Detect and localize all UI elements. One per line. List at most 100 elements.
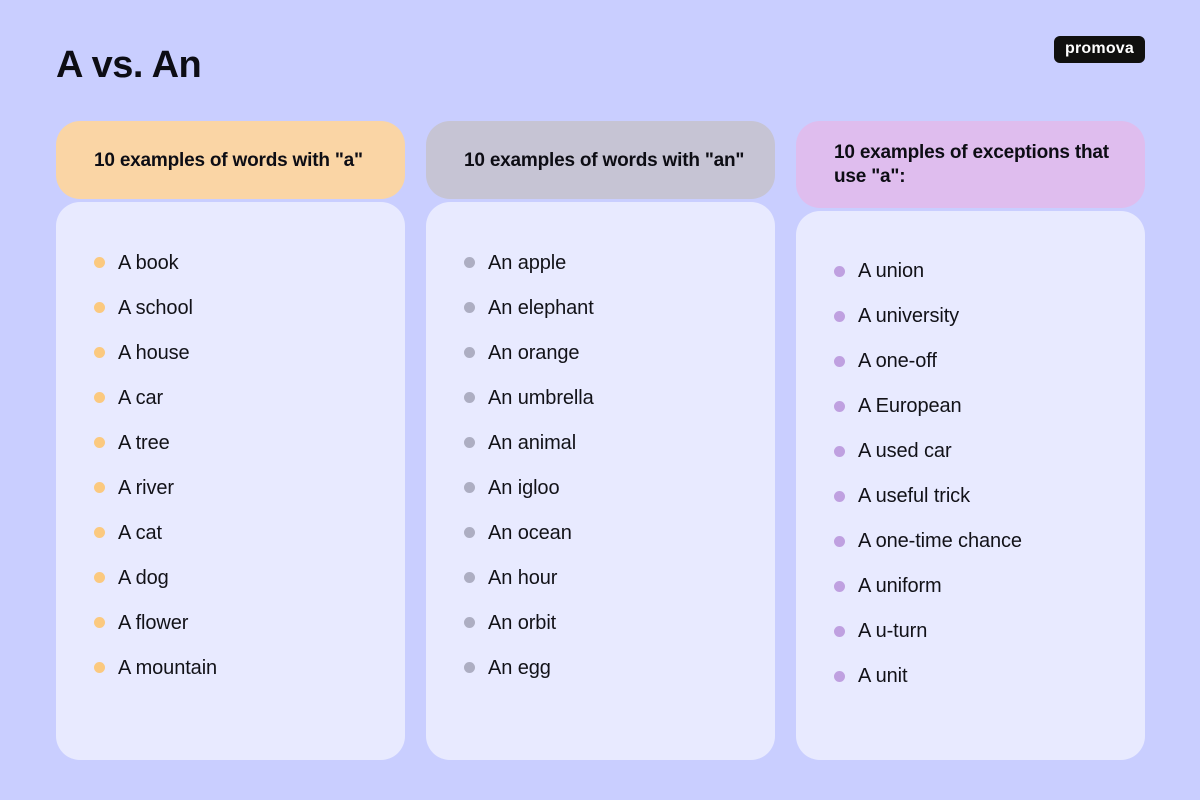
list-item-label: A car [118,386,164,409]
column-header-words-with-a: 10 examples of words with "a" [56,121,405,199]
bullet-icon [464,347,475,358]
list-words-with-a: A book A school A house A car A tree A r… [94,240,385,690]
list-item-label: A one-off [858,350,937,373]
list-item: An orbit [464,600,755,645]
list-item: A one-time chance [834,519,1125,564]
list-item: An animal [464,420,755,465]
bullet-icon [834,535,845,547]
column-body-words-with-an: An apple An elephant An orange An umbrel… [426,202,775,760]
bullet-icon [94,392,105,403]
bullet-icon [464,437,475,448]
list-item-label: An orange [488,341,580,364]
bullet-icon [464,392,475,403]
bullet-icon [834,265,845,277]
bullet-icon [94,527,105,538]
bullet-icon [94,302,105,313]
list-item: A house [94,330,385,375]
column-header-label: 10 examples of words with "an" [464,149,745,171]
list-item-label: A union [858,260,925,283]
list-item: An ocean [464,510,755,555]
list-item: An igloo [464,465,755,510]
bullet-icon [94,257,105,268]
bullet-icon [464,662,475,673]
list-item: A dog [94,555,385,600]
list-item-label: A European [858,395,962,418]
list-item: A unit [834,654,1125,699]
bullet-icon [464,527,475,538]
list-item-label: An hour [488,566,558,589]
column-words-with-a: 10 examples of words with "a" A book A s… [56,121,405,760]
list-item: A useful trick [834,474,1125,519]
list-item: A one-off [834,339,1125,384]
page-title: A vs. An [56,44,202,86]
list-item-label: A school [118,296,193,319]
column-header-label: 10 examples of words with "a" [94,149,363,171]
list-item: A tree [94,420,385,465]
bullet-icon [834,400,845,412]
list-item-label: An animal [488,431,577,454]
list-item-label: A flower [118,611,189,634]
list-item-label: A cat [118,521,162,544]
bullet-icon [94,347,105,358]
list-item-label: A river [118,476,174,499]
bullet-icon [834,310,845,322]
list-item-label: A mountain [118,656,218,679]
bullet-icon [94,662,105,673]
column-exceptions-with-a: 10 examples of exceptions that use "a": … [796,121,1145,760]
list-item: A school [94,285,385,330]
bullet-icon [464,257,475,268]
list-item: An apple [464,240,755,285]
list-item: An umbrella [464,375,755,420]
list-item-label: An apple [488,251,567,274]
list-item: A university [834,294,1125,339]
bullet-icon [834,670,845,682]
bullet-icon [94,437,105,448]
list-item-label: An elephant [488,296,594,319]
list-item: A car [94,375,385,420]
column-words-with-an: 10 examples of words with "an" An apple … [426,121,775,760]
bullet-icon [94,482,105,493]
list-item: A flower [94,600,385,645]
bullet-icon [834,580,845,592]
list-item-label: A unit [858,665,908,688]
columns-container: 10 examples of words with "a" A book A s… [56,121,1145,760]
bullet-icon [834,445,845,457]
list-item: A u-turn [834,609,1125,654]
list-item: A uniform [834,564,1125,609]
list-item: An egg [464,645,755,690]
list-item-label: A house [118,341,190,364]
bullet-icon [464,617,475,628]
list-item-label: A dog [118,566,169,589]
list-item-label: A uniform [858,575,942,598]
list-item-label: A book [118,251,179,274]
column-header-words-with-an: 10 examples of words with "an" [426,121,775,199]
bullet-icon [834,625,845,637]
column-body-words-with-a: A book A school A house A car A tree A r… [56,202,405,760]
list-item: A union [834,249,1125,294]
bullet-icon [834,355,845,367]
bullet-icon [94,572,105,583]
list-item-label: A tree [118,431,170,454]
list-item: A river [94,465,385,510]
promova-logo: promova [1054,36,1145,63]
bullet-icon [464,572,475,583]
list-words-with-an: An apple An elephant An orange An umbrel… [464,240,755,690]
list-item-label: A university [858,305,960,328]
list-item-label: A used car [858,440,952,463]
page-header: A vs. An promova [0,0,1200,110]
list-item-label: A one-time chance [858,530,1022,553]
list-item-label: An egg [488,656,551,679]
list-item-label: An igloo [488,476,560,499]
list-item-label: An orbit [488,611,557,634]
column-header-label: 10 examples of exceptions that use "a": [834,142,1109,188]
column-header-exceptions-with-a: 10 examples of exceptions that use "a": [796,121,1145,208]
list-exceptions-with-a: A union A university A one-off A Europea… [834,249,1125,699]
bullet-icon [464,302,475,313]
list-item-label: A u-turn [858,620,928,643]
bullet-icon [464,482,475,493]
bullet-icon [834,490,845,502]
list-item: A mountain [94,645,385,690]
list-item: An hour [464,555,755,600]
list-item: An elephant [464,285,755,330]
list-item: A book [94,240,385,285]
